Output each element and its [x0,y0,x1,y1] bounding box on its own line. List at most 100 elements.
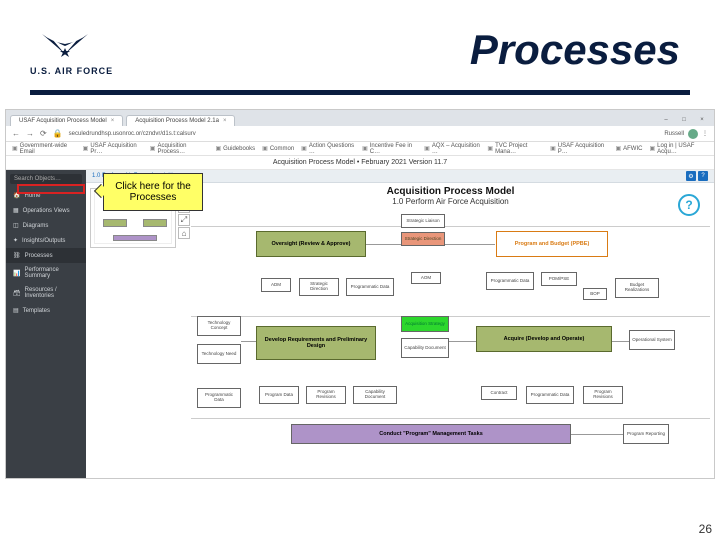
sidebar-item-label: Templates [23,308,50,314]
tab-label: Acquisition Process Model 2.1a [135,118,219,124]
node-conduct[interactable]: Conduct "Program" Management Tasks [291,424,571,444]
bookmark[interactable]: ▣Common [262,145,294,152]
node-program-reporting[interactable]: Program Reporting [623,424,669,444]
page-icon: ▣ [649,145,655,152]
node-ppbe[interactable]: Program and Budget (PPBE) [496,231,608,257]
forward-icon[interactable]: → [26,129,34,138]
node-pompse[interactable]: POM/PSE [541,272,577,286]
app-title-bar: Acquisition Process Model • February 202… [6,156,714,170]
org-name: U.S. AIR FORCE [30,66,170,76]
reload-icon[interactable]: ⟳ [40,129,47,138]
node-op-system[interactable]: Operational System [629,330,675,350]
bookmark[interactable]: ▣Action Questions … [301,143,355,155]
bookmark-label: USAF Acquisition Pr… [90,143,142,155]
bookmark-label: Log in | USAF Acqu… [657,143,708,155]
node-capability-doc[interactable]: Capability Document [401,338,449,358]
node-tech-need[interactable]: Technology Need [197,344,241,364]
node-bop[interactable]: BOP [583,288,607,300]
node-acq-strategy[interactable]: Acquisition Strategy [401,316,449,332]
bookmark-label: Guidebooks [223,146,255,152]
zoom-fit-icon[interactable]: ⤢ [178,214,190,226]
minimize-icon[interactable]: – [658,114,674,126]
page-icon: ▣ [615,145,621,152]
node-strategic-direction[interactable]: Strategic Direction [401,232,445,246]
sidebar-item-processes[interactable]: ⛓ Processes [6,248,86,263]
settings-icon[interactable]: ⚙ [686,171,696,181]
node-programmatic-data-left[interactable]: Programmatic Data [197,388,241,408]
page-icon: ▣ [150,145,156,152]
sidebar-item-label: Processes [25,253,53,259]
lock-icon: 🔒 [53,129,63,138]
browser-tab[interactable]: Acquisition Process Model 2.1a × [126,115,235,126]
browser-tab-bar: USAF Acquisition Process Model× Acquisit… [6,110,714,126]
node-programmatic-data-1[interactable]: Programmatic Data [346,278,394,296]
node-programmatic-data-3[interactable]: Programmatic Data [526,386,574,404]
app-body: Search Objects… 🏠Home ▦Operations Views … [6,170,714,478]
node-program-rev-2[interactable]: Program Revisions [583,386,623,404]
page-icon: ▣ [262,145,268,152]
bookmark-label: TVC Project Mana… [495,143,543,155]
chart-icon: 📊 [13,270,20,277]
bookmark-label: Acquisition Process… [157,143,208,155]
help-badge-icon[interactable]: ? [678,194,700,216]
browser-tab[interactable]: USAF Acquisition Process Model× [10,115,123,126]
flow-icon: ⛓ [13,252,21,259]
node-contract[interactable]: Contract [481,386,517,400]
node-programmatic-data-2[interactable]: Programmatic Data [486,272,534,290]
avatar-icon [688,129,698,139]
node-strategic-direction-2[interactable]: Strategic Direction [299,278,339,296]
page-number: 26 [699,522,712,536]
node-program-rev-1[interactable]: Program Revisions [306,386,346,404]
bookmark[interactable]: ▣Acquisition Process… [150,143,209,155]
diagram-title-block: Acquisition Process Model 1.0 Perform Ai… [301,186,601,206]
url-text[interactable]: seculedrundhsp.usonroc.or/czndvr/d1s.t:c… [69,131,196,137]
back-icon[interactable]: ← [12,129,20,138]
bookmark[interactable]: ▣Government-wide Email [12,143,76,155]
account-area[interactable]: Russell ⋮ [664,129,708,139]
browser-window: USAF Acquisition Process Model× Acquisit… [5,109,715,479]
close-icon[interactable]: × [111,118,115,124]
node-adm[interactable]: ADM [261,278,291,292]
bookmark[interactable]: ▣TVC Project Mana… [487,143,543,155]
node-develop[interactable]: Develop Requirements and Preliminary Des… [256,326,376,360]
bookmark[interactable]: ▣USAF Acquisition Pr… [83,143,143,155]
sidebar-item-templates[interactable]: ▤Templates [6,303,86,318]
bookmark[interactable]: ▣AFWIC [615,145,642,152]
help-icon[interactable]: ? [698,171,708,181]
sidebar-item-resources[interactable]: 🗃Resources / Inventories [6,283,86,303]
bookmark[interactable]: ▣USAF Acquisition P… [550,143,608,155]
sidebar-item-performance[interactable]: 📊Performance Summary [6,263,86,283]
bookmark-label: AQX – Acquisition … [432,143,481,155]
zoom-reset-icon[interactable]: ⌂ [178,227,190,239]
sidebar-item-insights[interactable]: ✦Insights/Outputs [6,233,86,248]
sidebar-item-operations[interactable]: ▦Operations Views [6,203,86,218]
kebab-icon[interactable]: ⋮ [702,130,708,137]
node-oversight[interactable]: Oversight (Review & Approve) [256,231,366,257]
sidebar-item-diagrams[interactable]: ◫Diagrams [6,218,86,233]
node-budget-realizations[interactable]: Budget Realizations [615,278,659,298]
node-capability-doc-2[interactable]: Capability Document [353,386,397,404]
node-acquire[interactable]: Acquire (Develop and Operate) [476,326,612,352]
header-rule [30,90,690,95]
node-program-data[interactable]: Program Data [259,386,299,404]
sidebar-item-label: Resources / Inventories [25,287,79,299]
close-icon[interactable]: × [694,114,710,126]
bookmark[interactable]: ▣Incentive Fee in C… [362,143,417,155]
bookmark[interactable]: ▣Guidebooks [215,145,255,152]
bookmark[interactable]: ▣Log in | USAF Acqu… [649,143,708,155]
highlight-box [17,184,85,194]
sidebar-item-label: Operations Views [23,208,70,214]
close-icon[interactable]: × [223,118,227,124]
canvas: 1.0 Perform Air Force Acquisition ⚙ ? + … [86,170,714,478]
node-strategic-liaison[interactable]: Strategic Liaison [401,214,445,228]
search-input[interactable]: Search Objects… [10,174,82,184]
maximize-icon[interactable]: □ [676,114,692,126]
node-tech-concept[interactable]: Technology Concept [197,316,241,336]
page-icon: ▣ [83,145,89,152]
sidebar-item-label: Insights/Outputs [22,238,65,244]
page-icon: ▣ [550,145,556,152]
bookmark-label: Incentive Fee in C… [370,143,417,155]
page-icon: ▣ [301,145,307,152]
bookmark[interactable]: ▣AQX – Acquisition … [424,143,480,155]
node-aom[interactable]: AOM [411,272,441,284]
